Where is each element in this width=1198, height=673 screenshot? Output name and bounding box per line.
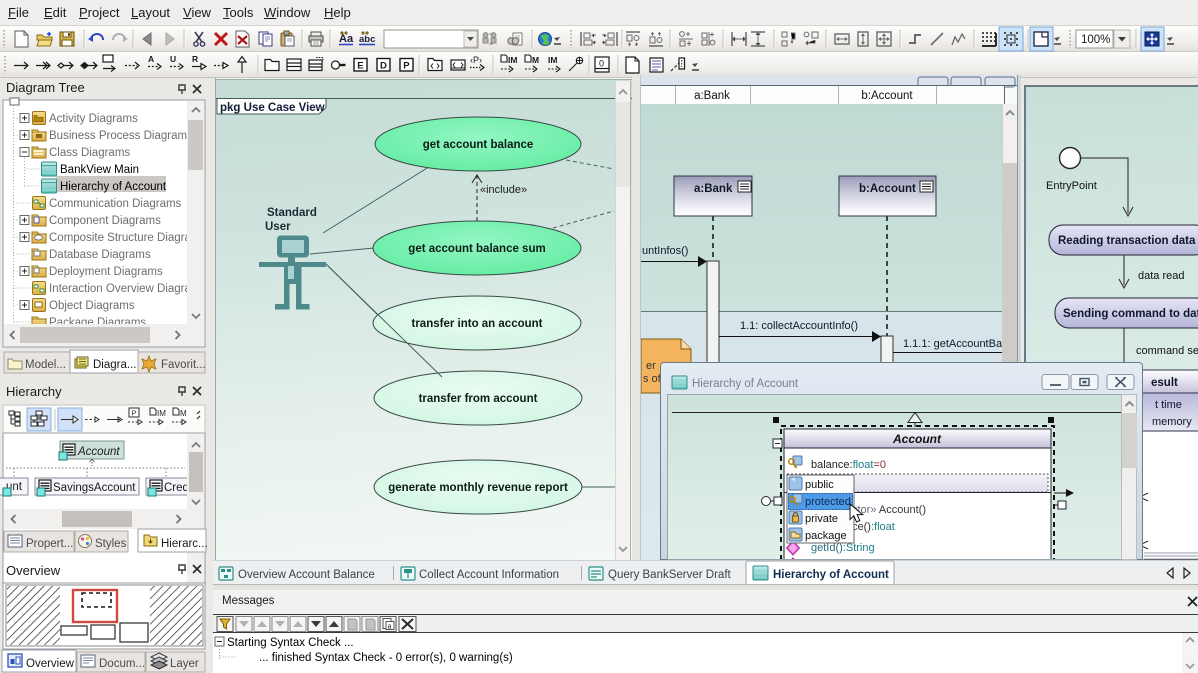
- svg-text:protected: protected: [805, 496, 851, 508]
- svg-text:Cred: Cred: [164, 482, 189, 494]
- svg-text:Diagram Tree: Diagram Tree: [6, 80, 85, 95]
- svg-text:Overview: Overview: [6, 563, 61, 578]
- svg-text:User: User: [265, 221, 291, 233]
- svg-text:Hierarchy of Account: Hierarchy of Account: [773, 569, 889, 581]
- svg-text:M: M: [532, 55, 539, 65]
- svg-text:Hierarchy of Account: Hierarchy of Account: [60, 181, 167, 193]
- svg-text:Starting Syntax Check ...: Starting Syntax Check ...: [227, 637, 354, 649]
- svg-text:IM: IM: [548, 55, 557, 65]
- svg-text:IM: IM: [157, 409, 166, 418]
- svg-text:b:Account: b:Account: [859, 183, 916, 195]
- svg-text:Overview Account Balance: Overview Account Balance: [238, 569, 375, 581]
- svg-text:Aa: Aa: [339, 33, 354, 45]
- svg-text:0: 0: [599, 59, 604, 69]
- svg-text:P: P: [132, 409, 137, 418]
- svg-text:package: package: [805, 530, 847, 542]
- svg-text:ce():float: ce():float: [852, 521, 895, 533]
- svg-text:U: U: [170, 54, 176, 64]
- svg-text:ctor» Account(): ctor» Account(): [852, 504, 926, 516]
- svg-text:Hierarchy: Hierarchy: [6, 384, 62, 399]
- svg-text:data read: data read: [1138, 270, 1184, 282]
- svg-text:command se: command se: [1136, 345, 1198, 357]
- svg-text:er: er: [646, 360, 656, 372]
- svg-text:BankView Main: BankView Main: [60, 164, 139, 176]
- svg-text:P: P: [403, 61, 410, 72]
- svg-text:untInfos(): untInfos(): [642, 245, 688, 257]
- svg-text:abc: abc: [359, 34, 375, 45]
- svg-text:A: A: [148, 54, 154, 64]
- svg-text:Activity Diagrams: Activity Diagrams: [49, 113, 138, 125]
- svg-text:‹P›: ‹P›: [470, 55, 482, 65]
- svg-text:Interaction Overview Diagram: Interaction Overview Diagram: [49, 283, 200, 295]
- svg-text:memory: memory: [1152, 416, 1192, 428]
- svg-text:private: private: [805, 513, 838, 525]
- svg-text:Docum...: Docum...: [99, 658, 145, 670]
- svg-text:b:Account: b:Account: [861, 90, 913, 102]
- svg-text:Layer: Layer: [170, 658, 199, 670]
- svg-text:Component Diagrams: Component Diagrams: [49, 215, 161, 227]
- svg-text:SavingsAccount: SavingsAccount: [53, 482, 136, 494]
- svg-text:Object Diagrams: Object Diagrams: [49, 300, 135, 312]
- svg-text:IM: IM: [508, 55, 517, 65]
- svg-text:a: a: [388, 624, 392, 631]
- svg-text:esult: esult: [1151, 377, 1178, 389]
- svg-text:1.1.1: getAccountBa: 1.1.1: getAccountBa: [903, 338, 1003, 350]
- svg-text:Propert...: Propert...: [26, 538, 73, 550]
- svg-text:M: M: [180, 409, 187, 418]
- svg-text:Sending command to dat: Sending command to dat: [1063, 308, 1198, 320]
- svg-text:R: R: [192, 54, 198, 64]
- svg-text:s of: s of: [643, 373, 662, 385]
- svg-text:Account: Account: [77, 446, 120, 458]
- svg-text:Diagra...: Diagra...: [93, 359, 136, 371]
- svg-text:Styles: Styles: [95, 538, 127, 550]
- svg-text:get account balance sum: get account balance sum: [408, 243, 545, 255]
- svg-text:transfer into an account: transfer into an account: [412, 318, 543, 330]
- svg-text:100%: 100%: [1081, 34, 1110, 46]
- svg-text:Reading transaction data: Reading transaction data: [1058, 235, 1196, 247]
- svg-text:transfer from account: transfer from account: [419, 393, 538, 405]
- svg-text:... finished Syntax Check - 0: ... finished Syntax Check - 0 error(s), …: [259, 652, 513, 664]
- svg-text:1.1: collectAccountInfo(): 1.1: collectAccountInfo(): [740, 320, 858, 332]
- svg-text:get account balance: get account balance: [423, 139, 534, 151]
- svg-text:Overview: Overview: [26, 658, 75, 670]
- svg-text:Hierarc...: Hierarc...: [161, 538, 208, 550]
- svg-text:Model...: Model...: [25, 359, 66, 371]
- svg-text:a:Bank: a:Bank: [694, 90, 730, 102]
- svg-text:generate monthly revenue repor: generate monthly revenue report: [388, 482, 568, 494]
- svg-text:Hierarchy of Account: Hierarchy of Account: [692, 378, 799, 390]
- svg-text:Favorit...: Favorit...: [161, 359, 206, 371]
- svg-text:t time: t time: [1155, 399, 1182, 411]
- svg-text:D: D: [380, 61, 387, 72]
- svg-text:Standard: Standard: [267, 207, 317, 219]
- svg-text:pkg Use Case View: pkg Use Case View: [220, 102, 325, 114]
- svg-text:Communication Diagrams: Communication Diagrams: [49, 198, 182, 210]
- svg-text:Deployment Diagrams: Deployment Diagrams: [49, 266, 163, 278]
- svg-text:Composite Structure Diagram: Composite Structure Diagram: [49, 232, 200, 244]
- svg-text:EntryPoint: EntryPoint: [1046, 180, 1097, 192]
- svg-text:Collect Account Information: Collect Account Information: [419, 569, 559, 581]
- svg-text:«include»: «include»: [480, 184, 527, 196]
- svg-text:Account: Account: [892, 432, 942, 446]
- svg-text:public: public: [805, 479, 834, 491]
- svg-text:a:Bank: a:Bank: [694, 183, 733, 195]
- svg-text:Business Process Diagrams: Business Process Diagrams: [49, 130, 193, 142]
- svg-text:getId():String: getId():String: [811, 542, 875, 554]
- svg-text:Class Diagrams: Class Diagrams: [49, 147, 130, 159]
- svg-text:E: E: [357, 61, 363, 72]
- svg-text:Query BankServer Draft: Query BankServer Draft: [608, 569, 732, 581]
- svg-text:Database Diagrams: Database Diagrams: [49, 249, 151, 261]
- svg-text:balance:float=0: balance:float=0: [811, 459, 886, 471]
